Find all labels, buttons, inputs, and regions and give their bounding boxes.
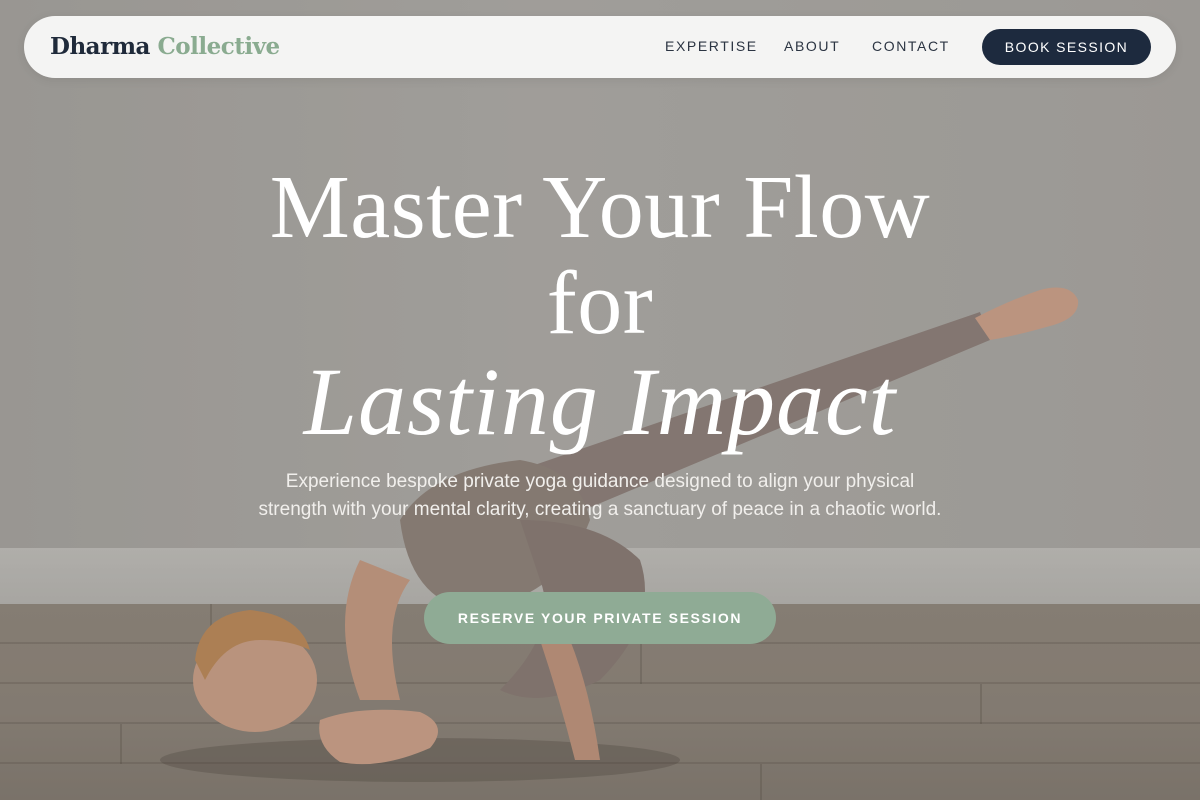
book-session-button[interactable]: BOOK SESSION — [982, 29, 1151, 65]
hero-title-line-3-italic: Lasting Impact — [303, 348, 897, 455]
brand-name-main: Dharma — [50, 33, 150, 60]
reserve-private-session-button[interactable]: RESERVE YOUR PRIVATE SESSION — [424, 592, 776, 644]
hero-title-line-1: Master Your Flow — [269, 158, 931, 257]
nav-link-contact[interactable]: CONTACT — [872, 38, 950, 54]
hero-title-line-2: for — [546, 254, 654, 353]
top-navigation-bar: Dharma Collective EXPERTISE ABOUT CONTAC… — [24, 16, 1176, 78]
nav-link-expertise[interactable]: EXPERTISE — [665, 38, 758, 54]
hero-subtitle: Experience bespoke private yoga guidance… — [258, 471, 942, 520]
brand-name-accent: Collective — [157, 33, 280, 60]
brand-logo[interactable]: Dharma Collective — [50, 33, 280, 60]
nav-link-about[interactable]: ABOUT — [784, 38, 840, 54]
hero-title: Master Your Flow for Lasting Impact — [0, 160, 1200, 452]
